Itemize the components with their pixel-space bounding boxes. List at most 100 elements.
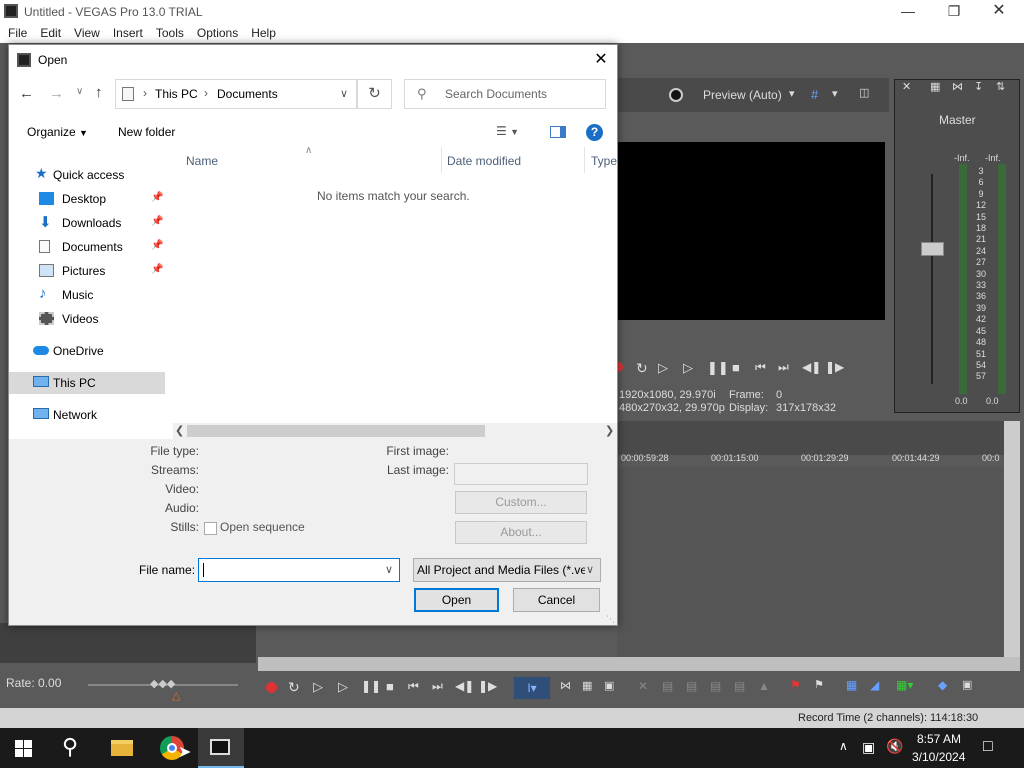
- split-icon[interactable]: ▤: [734, 679, 745, 693]
- ignore-grouping-icon[interactable]: ▣: [962, 678, 972, 691]
- column-type[interactable]: Type: [591, 154, 617, 168]
- view-options-icon[interactable]: ☰ ▼: [496, 124, 519, 138]
- pin-icon[interactable]: 📌: [151, 192, 163, 203]
- edit-tool-icon[interactable]: I▾: [514, 677, 550, 699]
- breadcrumb-documents[interactable]: Documents: [217, 87, 278, 101]
- refresh-button[interactable]: ↻: [357, 79, 392, 109]
- pin-icon[interactable]: 📌: [151, 216, 163, 227]
- open-sequence-checkbox[interactable]: [204, 522, 217, 535]
- stop-icon[interactable]: ■: [732, 360, 740, 375]
- next-marker-icon[interactable]: ⏭: [432, 679, 443, 694]
- pause-icon[interactable]: ❚❚: [707, 360, 729, 376]
- trim-start-icon[interactable]: ▤: [686, 679, 697, 693]
- nav-videos[interactable]: Videos: [9, 308, 165, 330]
- nav-onedrive[interactable]: OneDrive: [9, 340, 165, 362]
- menu-help[interactable]: Help: [244, 23, 282, 40]
- column-date-modified[interactable]: Date modified: [447, 154, 521, 168]
- close-pane-icon[interactable]: ✕: [902, 80, 911, 93]
- preview-mode-icon[interactable]: [669, 88, 683, 102]
- open-button[interactable]: Open: [414, 588, 499, 612]
- lock-envelopes-icon[interactable]: ◆: [938, 678, 947, 692]
- help-icon[interactable]: ?: [586, 124, 603, 141]
- loop-icon[interactable]: ↻: [288, 679, 300, 696]
- menu-view[interactable]: View: [67, 23, 106, 40]
- nav-desktop[interactable]: Desktop 📌: [9, 188, 165, 210]
- envelope-tool-icon[interactable]: ⋈: [560, 679, 571, 692]
- windows-start-icon[interactable]: [15, 740, 32, 757]
- zoom-tool-icon[interactable]: ▣: [604, 679, 614, 692]
- minimize-button[interactable]: —: [885, 0, 931, 23]
- nav-documents[interactable]: Documents 📌: [9, 236, 165, 258]
- menu-options[interactable]: Options: [190, 23, 244, 40]
- breadcrumb-this-pc[interactable]: This PC: [155, 87, 198, 101]
- tray-chevron-icon[interactable]: ∧: [839, 739, 848, 753]
- nav-pictures[interactable]: Pictures 📌: [9, 260, 165, 282]
- nav-network[interactable]: Network: [9, 404, 165, 426]
- mixer-tool-icon[interactable]: ⇅: [996, 80, 1005, 93]
- chevron-down-icon[interactable]: ∨: [385, 563, 393, 576]
- master-fader-handle[interactable]: [921, 242, 944, 256]
- column-name[interactable]: Name: [186, 154, 218, 168]
- address-bar[interactable]: › This PC › Documents ∨: [115, 79, 357, 109]
- preview-quality-select[interactable]: Preview (Auto): [703, 88, 782, 102]
- delete-icon[interactable]: ✕: [638, 679, 648, 693]
- play-from-start-icon[interactable]: ▷: [658, 360, 668, 376]
- play-from-start-icon[interactable]: ▷: [313, 679, 323, 695]
- stop-icon[interactable]: ■: [386, 679, 394, 694]
- restore-button[interactable]: ❐: [931, 0, 977, 23]
- snapping-icon[interactable]: ▦: [846, 678, 857, 692]
- dialog-close-button[interactable]: ✕: [587, 49, 615, 71]
- ripple-mode-icon[interactable]: ▦▾: [896, 678, 913, 692]
- grid-icon[interactable]: #: [811, 87, 818, 102]
- search-icon[interactable]: ⚲: [62, 734, 78, 760]
- next-frame-icon[interactable]: ❚▶: [825, 360, 844, 374]
- resize-grip-icon[interactable]: ⋱: [606, 614, 615, 625]
- clock-date[interactable]: 3/10/2024: [912, 750, 965, 764]
- custom-button[interactable]: Custom...: [455, 491, 587, 514]
- vertical-scrollbar[interactable]: [1004, 421, 1020, 671]
- nav-this-pc[interactable]: This PC: [9, 372, 165, 394]
- notification-icon[interactable]: □: [983, 738, 993, 756]
- scroll-right-icon[interactable]: ❯: [605, 424, 614, 437]
- mixer-tool-icon[interactable]: ↧: [974, 80, 983, 93]
- organize-button[interactable]: Organize ▼: [27, 125, 88, 139]
- up-arrow-icon[interactable]: ↑: [95, 84, 103, 101]
- back-arrow-icon[interactable]: ←: [19, 85, 34, 102]
- prev-frame-icon[interactable]: ◀❚: [455, 679, 474, 693]
- selection-tool-icon[interactable]: ▦: [582, 679, 592, 692]
- copy-snapshot-icon[interactable]: ◫: [859, 86, 869, 99]
- lock-icon[interactable]: ▲: [758, 679, 770, 693]
- loop-icon[interactable]: ↻: [636, 360, 648, 377]
- auto-ripple-icon[interactable]: ◢: [870, 678, 879, 692]
- prev-marker-icon[interactable]: ⏮: [755, 360, 766, 375]
- cancel-button[interactable]: Cancel: [513, 588, 600, 612]
- scroll-left-icon[interactable]: ❮: [175, 424, 184, 437]
- file-list-hscrollbar[interactable]: ❮ ❯: [173, 423, 617, 439]
- play-icon[interactable]: ▷: [683, 360, 693, 376]
- address-history-chevron-icon[interactable]: ∨: [340, 87, 348, 100]
- volume-muted-icon[interactable]: 🔇: [886, 738, 903, 755]
- network-tray-icon[interactable]: ▣: [862, 739, 875, 756]
- next-marker-icon[interactable]: ⏭: [778, 360, 789, 375]
- menu-insert[interactable]: Insert: [106, 23, 149, 40]
- chevron-down-icon[interactable]: ▾: [832, 87, 838, 100]
- forward-arrow-icon[interactable]: →: [49, 85, 64, 102]
- close-app-button[interactable]: ✕: [976, 0, 1022, 23]
- pin-icon[interactable]: 📌: [151, 240, 163, 251]
- nav-quick-access[interactable]: ★ Quick access: [9, 164, 165, 186]
- timeline-hscroll[interactable]: [258, 657, 1020, 671]
- next-frame-icon[interactable]: ❚▶: [478, 679, 497, 693]
- file-name-input[interactable]: ∨: [198, 558, 400, 582]
- pause-icon[interactable]: ❚❚: [361, 679, 381, 693]
- region-icon[interactable]: ⚑: [814, 678, 824, 691]
- prev-frame-icon[interactable]: ◀❚: [802, 360, 821, 374]
- play-icon[interactable]: ▷: [338, 679, 348, 695]
- recent-locations-chevron-icon[interactable]: ∨: [76, 86, 83, 97]
- trim-icon[interactable]: ▤: [662, 679, 673, 693]
- clock-time[interactable]: 8:57 AM: [917, 732, 961, 746]
- menu-edit[interactable]: Edit: [33, 23, 67, 40]
- menu-file[interactable]: File: [0, 23, 33, 40]
- nav-music[interactable]: ♪ Music: [9, 284, 165, 306]
- mixer-tool-icon[interactable]: ▦: [930, 80, 940, 93]
- new-folder-button[interactable]: New folder: [118, 125, 175, 139]
